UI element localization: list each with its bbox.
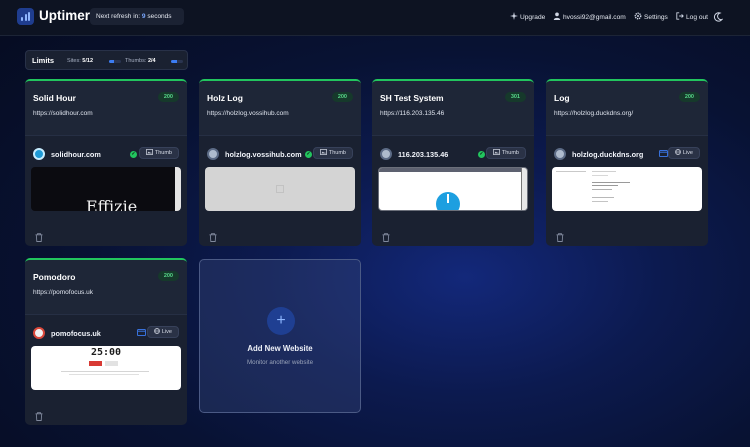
trash-icon[interactable] — [209, 233, 217, 242]
browser-window-icon — [137, 329, 146, 336]
globe-icon — [380, 148, 392, 160]
globe-icon — [154, 328, 160, 334]
card-url[interactable]: https://pomofocus.uk — [33, 289, 93, 296]
card-title: Pomodoro — [33, 272, 76, 282]
status-dot-icon: ✓ — [305, 151, 312, 158]
status-badge: 200 — [157, 92, 179, 102]
website-card[interactable]: Log 200 https://holzlog.duckdns.org/ hol… — [546, 79, 708, 246]
refresh-countdown: Next refresh in: 9 seconds — [90, 8, 184, 25]
add-website-title: Add New Website — [247, 344, 313, 353]
sites-limit-bar — [109, 60, 121, 63]
user-menu[interactable]: hvossi92@gmail.com — [553, 12, 626, 21]
sites-limit: Sites: 5/12 — [67, 57, 94, 64]
status-badge: 200 — [331, 92, 353, 102]
status-dot-icon: ✓ — [478, 151, 485, 158]
app-name[interactable]: Uptimer — [39, 8, 90, 23]
limits-title: Limits — [32, 56, 55, 65]
site-preview[interactable] — [552, 167, 702, 211]
trash-icon[interactable] — [35, 233, 43, 242]
globe-icon — [675, 149, 681, 155]
site-preview[interactable] — [378, 167, 528, 211]
user-icon — [553, 12, 561, 20]
trash-icon[interactable] — [556, 233, 564, 242]
sparkle-icon — [510, 12, 518, 20]
limits-panel: Limits Sites: 5/12 Thumbs: 2/4 — [25, 50, 188, 70]
status-badge: 301 — [504, 92, 526, 102]
status-badge: 200 — [157, 271, 179, 281]
upgrade-link[interactable]: Upgrade — [510, 12, 545, 21]
website-card[interactable]: SH Test System 301 https://116.203.135.4… — [372, 79, 534, 246]
image-icon — [145, 149, 153, 155]
thumbs-limit-bar — [171, 60, 183, 63]
site-preview[interactable]: 25:00 — [31, 346, 181, 390]
trash-icon[interactable] — [382, 233, 390, 242]
site-host: holzlog.vossihub.com — [225, 150, 302, 159]
card-title: Log — [554, 93, 570, 103]
site-favicon — [33, 148, 45, 160]
card-url[interactable]: https://holzlog.vossihub.com — [207, 110, 289, 117]
thumbs-limit: Thumbs: 2/4 — [125, 57, 156, 64]
card-url[interactable]: https://holzlog.duckdns.org/ — [554, 110, 633, 117]
gear-icon — [634, 12, 642, 20]
image-icon — [319, 149, 327, 155]
mode-toggle-button[interactable]: Thumb — [312, 147, 353, 159]
moon-icon[interactable] — [713, 12, 723, 22]
image-icon — [492, 149, 500, 155]
trash-icon[interactable] — [35, 412, 43, 421]
site-preview[interactable]: Effizie — [31, 167, 181, 211]
mode-toggle-button[interactable]: Thumb — [485, 147, 526, 159]
globe-icon — [554, 148, 566, 160]
card-url[interactable]: https://solidhour.com — [33, 110, 93, 117]
site-host: pomofocus.uk — [51, 329, 101, 338]
mode-toggle-button[interactable]: Live — [667, 147, 700, 159]
top-bar: Uptimer Next refresh in: 9 seconds Upgra… — [0, 0, 750, 36]
logout-icon — [676, 12, 684, 20]
mode-toggle-button[interactable]: Thumb — [138, 147, 179, 159]
image-placeholder-icon — [276, 185, 284, 193]
add-website-subtitle: Monitor another website — [246, 359, 314, 366]
card-title: SH Test System — [380, 93, 444, 103]
site-host: 116.203.135.46 — [398, 150, 449, 159]
status-badge: 200 — [678, 92, 700, 102]
site-host: solidhour.com — [51, 150, 101, 159]
website-card[interactable]: Pomodoro 200 https://pomofocus.uk pomofo… — [25, 258, 187, 425]
logo-icon[interactable] — [17, 8, 34, 25]
site-host: holzlog.duckdns.org — [572, 150, 644, 159]
website-card[interactable]: Holz Log 200 https://holzlog.vossihub.co… — [199, 79, 361, 246]
browser-window-icon — [659, 150, 668, 157]
mode-toggle-button[interactable]: Live — [146, 326, 179, 338]
card-title: Holz Log — [207, 93, 243, 103]
settings-link[interactable]: Settings — [634, 12, 668, 21]
website-card[interactable]: Solid Hour 200 https://solidhour.com sol… — [25, 79, 187, 246]
plus-icon[interactable]: + — [267, 307, 295, 335]
status-dot-icon: ✓ — [130, 151, 137, 158]
globe-icon — [207, 148, 219, 160]
tomato-icon — [33, 327, 45, 339]
site-preview[interactable] — [205, 167, 355, 211]
card-url[interactable]: https://116.203.135.46 — [380, 110, 444, 117]
logout-link[interactable]: Log out — [676, 12, 708, 21]
add-website-card[interactable]: + Add New Website Monitor another websit… — [199, 259, 361, 413]
card-title: Solid Hour — [33, 93, 76, 103]
